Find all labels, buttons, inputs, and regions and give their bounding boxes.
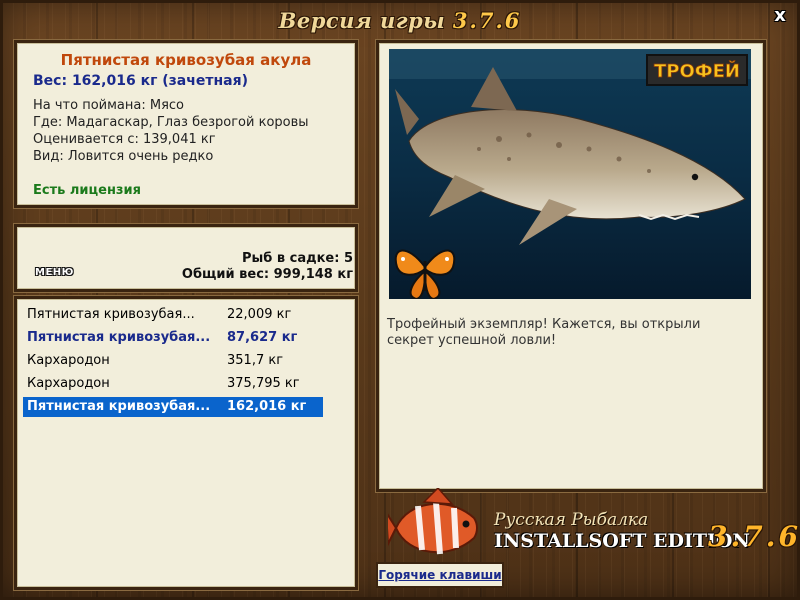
valued-line: Оценивается с: 139,041 кг [33, 132, 216, 147]
list-item-weight: 162,016 кг [227, 399, 307, 414]
cage-total-weight: Общий вес: 999,148 кг [181, 267, 353, 282]
fish-name: Пятнистая кривозубая акула [60, 51, 312, 69]
close-button[interactable]: x [770, 6, 790, 26]
list-item-name: Кархародон [27, 353, 110, 368]
fish-logo-icon [388, 488, 478, 555]
shark-photo: ТРОФЕЙ [389, 49, 751, 299]
title-text: Версия игры [278, 8, 446, 33]
logo-game-name: Русская Рыбалка [494, 510, 649, 530]
rarity-line: Вид: Ловится очень редко [33, 149, 214, 164]
list-item-weight: 351,7 кг [227, 353, 284, 368]
logo-version: 3.7.6 [708, 520, 800, 553]
fish-weight: Вес: 162,016 кг (зачетная) [33, 73, 248, 89]
window-title: Версия игры 3.7.6 [0, 8, 800, 33]
title-version: 3.7.6 [452, 8, 522, 33]
fish-picture-panel: ТРОФЕЙ Трофейный экземпляр! Кажется, вы … [376, 40, 766, 492]
list-item-selected[interactable]: Пятнистая кривозубая... 162,016 кг [23, 397, 323, 417]
cage-fish-count: Рыб в садке: 5 [241, 251, 353, 266]
close-icon: x [774, 5, 786, 26]
fish-info-panel: Пятнистая кривозубая акула Вес: 162,016 … [14, 40, 358, 208]
trophy-description: Трофейный экземпляр! Кажется, вы открыли… [387, 317, 701, 348]
menu-button[interactable]: МЕНЮ [33, 267, 76, 278]
list-item-weight: 22,009 кг [227, 307, 292, 322]
list-item-name: Кархародон [27, 376, 110, 391]
list-item-name: Пятнистая кривозубая... [27, 330, 211, 345]
catch-list: Пятнистая кривозубая... 22,009 кг Пятнис… [14, 296, 358, 590]
list-item-name: Пятнистая кривозубая... [27, 307, 195, 322]
list-item-weight: 375,795 кг [227, 376, 300, 391]
list-item[interactable]: Пятнистая кривозубая... 22,009 кг [23, 305, 323, 325]
hotkeys-button[interactable]: Горячие клавиши [376, 562, 504, 588]
cage-summary-panel: МЕНЮ Рыб в садке: 5 Общий вес: 999,148 к… [14, 224, 358, 292]
list-item-weight: 87,627 кг [227, 330, 298, 345]
bait-line: На что поймана: Мясо [33, 98, 185, 113]
list-item[interactable]: Кархародон 375,795 кг [23, 374, 323, 394]
game-logo: Русская Рыбалка INSTALLSOFT EDITION 3.7.… [388, 488, 798, 568]
list-item[interactable]: Кархародон 351,7 кг [23, 351, 323, 371]
trophy-badge: ТРОФЕЙ [654, 60, 740, 82]
list-item[interactable]: Пятнистая кривозубая... 87,627 кг [23, 328, 323, 348]
location-line: Где: Мадагаскар, Глаз безрогой коровы [33, 115, 309, 130]
list-item-name: Пятнистая кривозубая... [27, 399, 211, 414]
license-status: Есть лицензия [33, 183, 141, 198]
